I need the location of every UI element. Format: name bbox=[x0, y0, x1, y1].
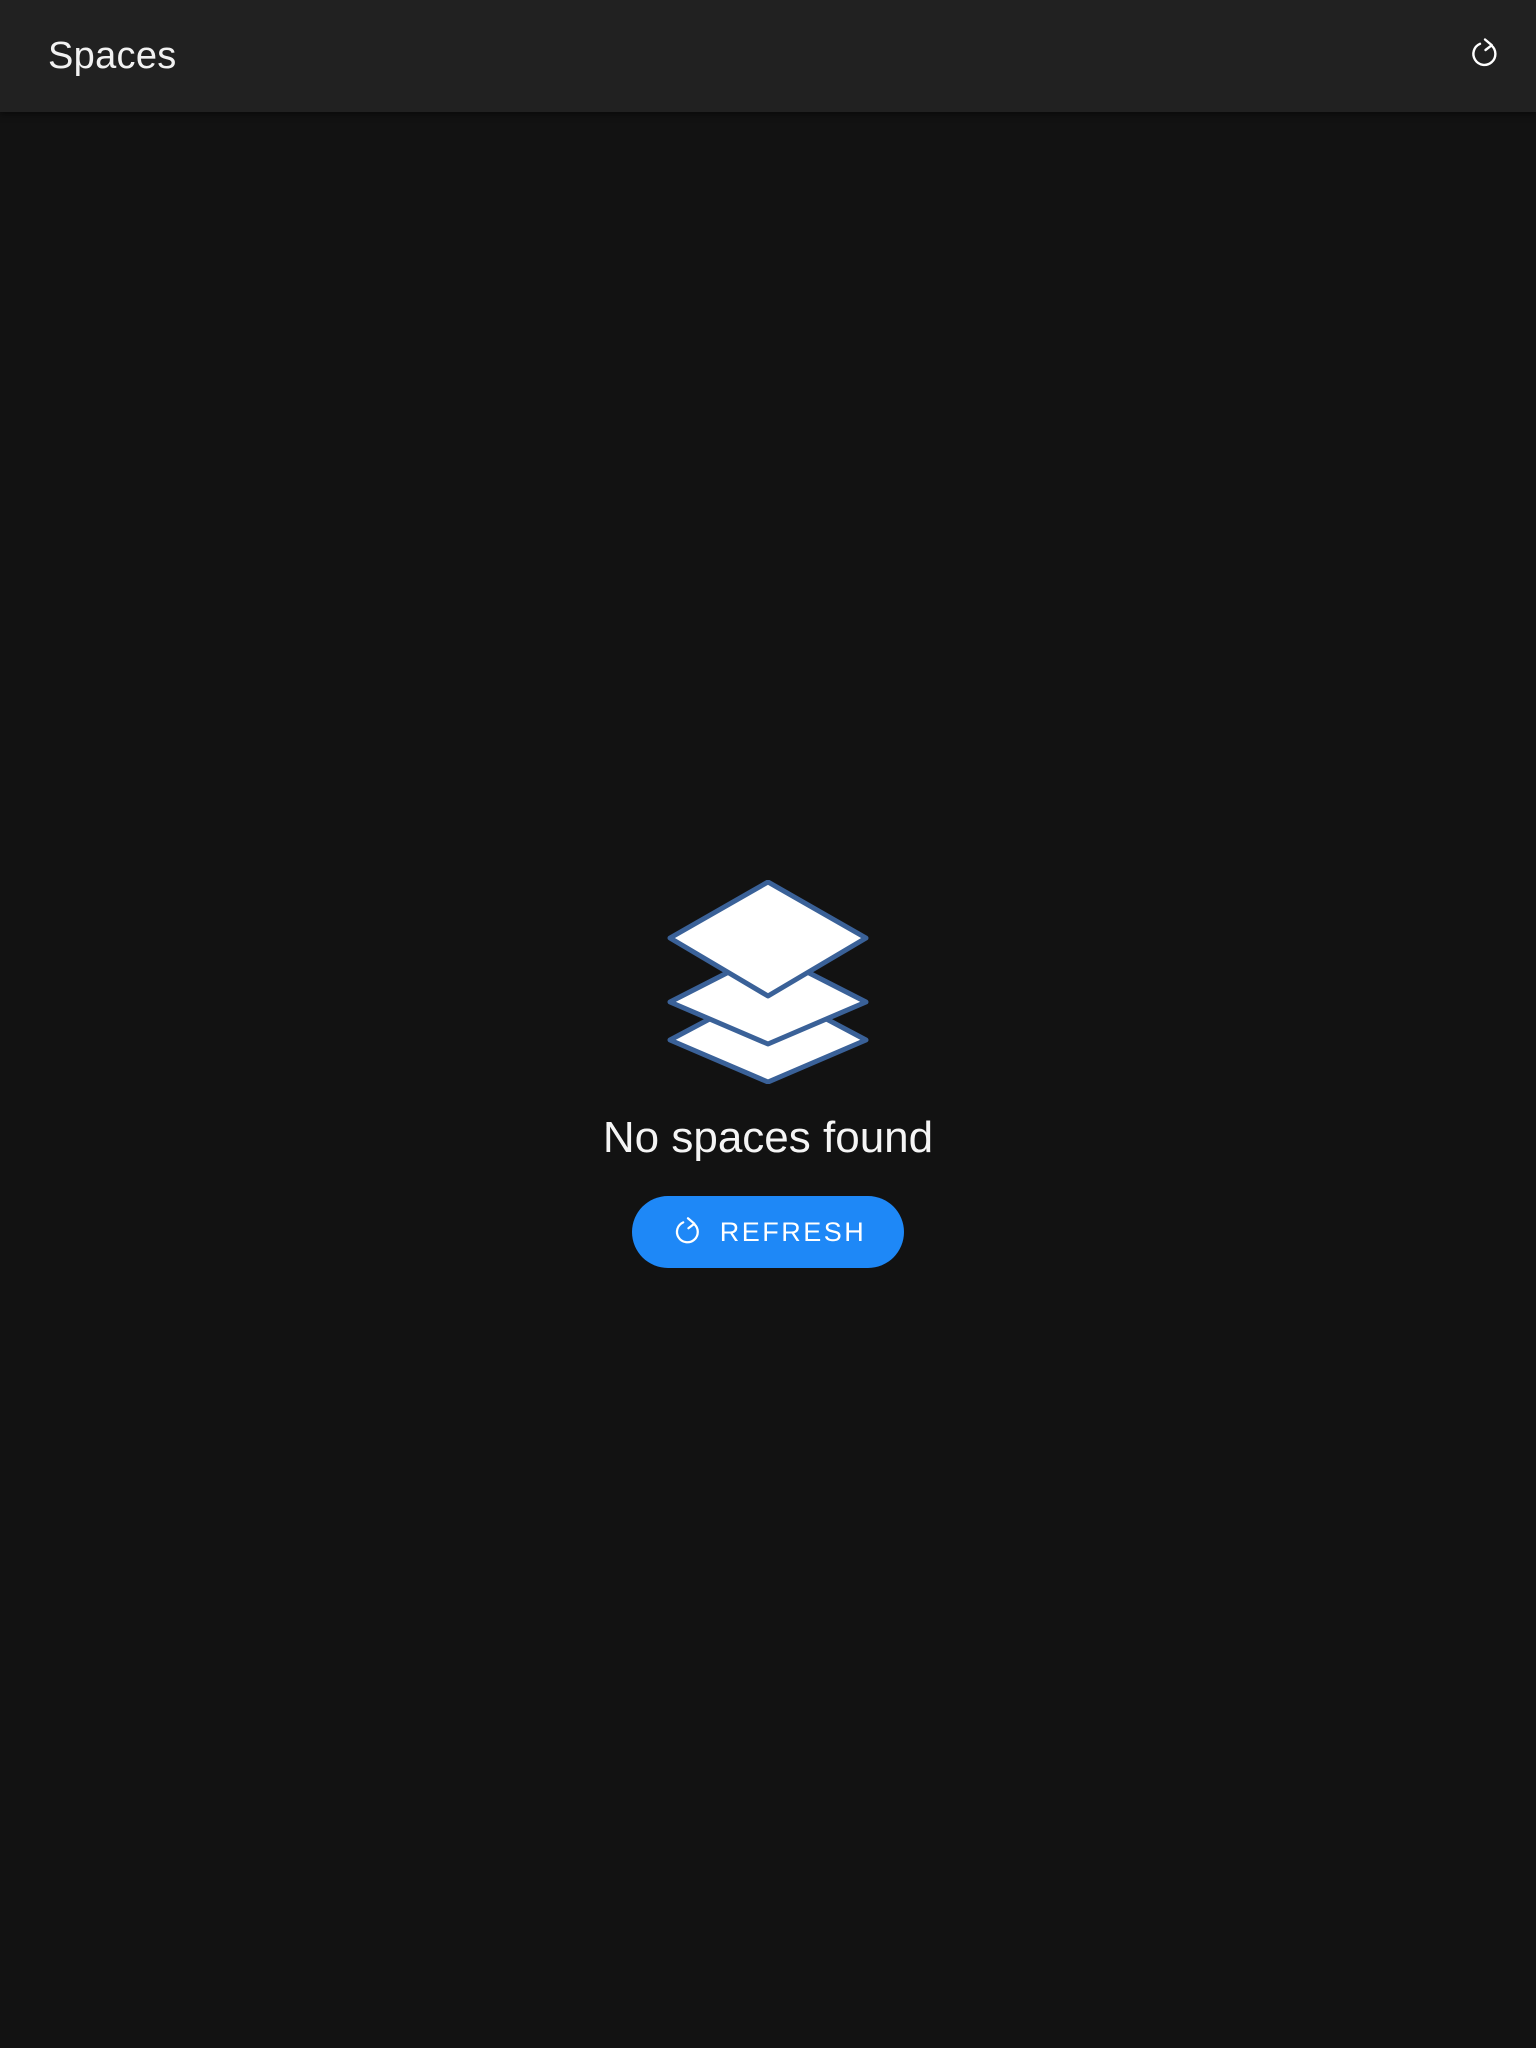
layers-icon bbox=[666, 880, 870, 1084]
empty-state-message: No spaces found bbox=[602, 1113, 934, 1162]
empty-state: No spaces found REFRESH bbox=[0, 880, 1536, 1268]
refresh-button-label: REFRESH bbox=[719, 1216, 867, 1247]
refresh-button[interactable]: REFRESH bbox=[632, 1196, 904, 1268]
refresh-icon bbox=[670, 1215, 704, 1249]
refresh-icon bbox=[1466, 36, 1502, 77]
app-bar: Spaces bbox=[0, 0, 1536, 112]
appbar-refresh-button[interactable] bbox=[1452, 24, 1516, 88]
page-title: Spaces bbox=[48, 35, 177, 77]
